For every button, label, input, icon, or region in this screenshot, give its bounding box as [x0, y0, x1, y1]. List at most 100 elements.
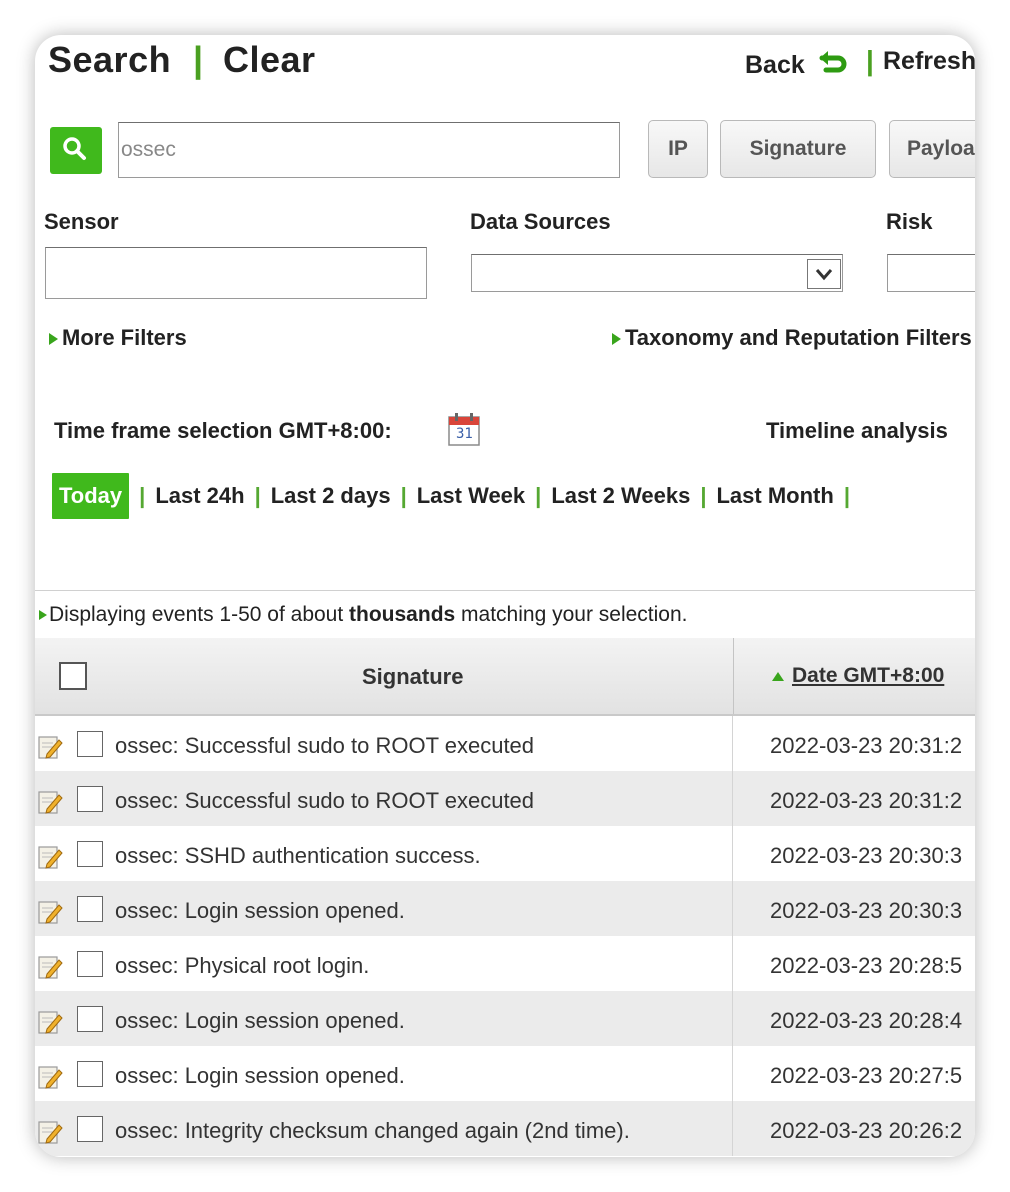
results-prefix: Displaying events 1-50 of about: [49, 603, 350, 626]
dropdown-toggle[interactable]: [807, 259, 841, 289]
row-checkbox[interactable]: [77, 1116, 103, 1142]
row-date: 2022-03-23 20:31:2: [770, 733, 963, 758]
select-all-checkbox[interactable]: [59, 662, 87, 690]
date-column-label: Date GMT+8:00: [792, 664, 945, 687]
timeline-analysis-label[interactable]: Timeline analysis: [766, 418, 948, 444]
row-checkbox[interactable]: [77, 1006, 103, 1032]
row-signature[interactable]: ossec: Successful sudo to ROOT executed: [115, 788, 534, 814]
timeframe-last-2-weeks[interactable]: Last 2 Weeks: [551, 483, 690, 509]
column-divider: [733, 638, 734, 714]
calendar-icon[interactable]: 31: [448, 412, 480, 446]
expand-triangle-icon: [612, 333, 621, 346]
timeframe-today[interactable]: Today: [52, 473, 130, 519]
pipe: |: [700, 483, 707, 508]
ip-button[interactable]: IP: [648, 120, 708, 178]
row-signature[interactable]: ossec: Login session opened.: [115, 1063, 405, 1089]
refresh-link[interactable]: Refresh: [883, 47, 975, 76]
data-sources-select[interactable]: [471, 254, 843, 292]
pipe: |: [254, 483, 261, 508]
search-input[interactable]: ossec: [118, 122, 620, 178]
signature-button[interactable]: Signature: [720, 120, 876, 178]
timeframe-last-24h[interactable]: Last 24h: [155, 483, 244, 509]
table-row[interactable]: ossec: Login session opened. 2022-03-23 2…: [35, 991, 975, 1046]
table-row[interactable]: ossec: Login session opened. 2022-03-23 2…: [35, 1046, 975, 1101]
signature-column-header[interactable]: Signature: [362, 664, 463, 690]
row-date: 2022-03-23 20:26:2: [770, 1118, 963, 1143]
column-divider: [732, 771, 733, 826]
pipe: |: [400, 483, 407, 508]
taxonomy-filters-toggle[interactable]: Taxonomy and Reputation Filters: [612, 325, 972, 351]
row-date: 2022-03-23 20:31:2: [770, 788, 963, 813]
sensor-label: Sensor: [44, 209, 119, 234]
column-divider: [732, 716, 733, 771]
magnifier-icon: [63, 137, 86, 160]
table-row[interactable]: ossec: Physical root login. 2022-03-23 20…: [35, 936, 975, 991]
timeframe-last-week[interactable]: Last Week: [417, 483, 525, 509]
back-label: Back: [745, 51, 805, 79]
edit-note-icon[interactable]: [37, 1119, 63, 1145]
column-divider: [732, 1101, 733, 1156]
siem-events-panel: Search | Clear Back | Refresh ossec IP S…: [35, 35, 975, 1157]
pipe: |: [139, 483, 146, 508]
row-signature[interactable]: ossec: Integrity checksum changed again …: [115, 1118, 630, 1144]
row-signature[interactable]: ossec: Physical root login.: [115, 953, 369, 979]
row-checkbox[interactable]: [77, 896, 103, 922]
calendar-day: 31: [456, 426, 473, 442]
row-signature[interactable]: ossec: SSHD authentication success.: [115, 843, 481, 869]
results-suffix: matching your selection.: [455, 603, 688, 626]
pipe: |: [535, 483, 542, 508]
timeframe-options: Today | Last 24h | Last 2 days | Last We…: [52, 472, 860, 520]
search-button[interactable]: [50, 127, 102, 174]
clear-link[interactable]: Clear: [223, 39, 316, 81]
row-checkbox[interactable]: [77, 841, 103, 867]
row-date: 2022-03-23 20:28:4: [770, 1008, 963, 1033]
column-divider: [732, 881, 733, 936]
column-divider: [732, 1046, 733, 1101]
more-filters-label: More Filters: [62, 325, 187, 350]
payload-button[interactable]: Payload: [889, 120, 975, 178]
search-input-value: ossec: [121, 138, 176, 161]
column-divider: [732, 826, 733, 881]
edit-note-icon[interactable]: [37, 1009, 63, 1035]
row-date: 2022-03-23 20:30:3: [770, 843, 963, 868]
timeframe-label: Time frame selection GMT+8:00:: [54, 418, 392, 443]
sensor-input[interactable]: [45, 247, 427, 299]
table-row[interactable]: ossec: Integrity checksum changed again …: [35, 1101, 975, 1156]
edit-note-icon[interactable]: [37, 734, 63, 760]
table-row[interactable]: ossec: Login session opened. 2022-03-23 2…: [35, 881, 975, 936]
row-checkbox[interactable]: [77, 951, 103, 977]
table-row[interactable]: ossec: SSHD authentication success. 2022-…: [35, 826, 975, 881]
row-checkbox[interactable]: [77, 786, 103, 812]
timeframe-last-month[interactable]: Last Month: [716, 483, 833, 509]
row-signature[interactable]: ossec: Successful sudo to ROOT executed: [115, 733, 534, 759]
results-summary-bar: Displaying events 1-50 of about thousand…: [35, 590, 975, 639]
column-divider: [732, 936, 733, 991]
data-sources-label: Data Sources: [470, 209, 611, 234]
edit-note-icon[interactable]: [37, 789, 63, 815]
row-checkbox[interactable]: [77, 731, 103, 757]
table-row[interactable]: ossec: Successful sudo to ROOT executed 2…: [35, 716, 975, 771]
back-link[interactable]: Back: [745, 47, 848, 80]
taxonomy-filters-label: Taxonomy and Reputation Filters: [625, 325, 972, 350]
table-row[interactable]: ossec: Successful sudo to ROOT executed 2…: [35, 771, 975, 826]
date-column-header[interactable]: Date GMT+8:00: [772, 664, 944, 688]
row-date: 2022-03-23 20:28:5: [770, 953, 963, 978]
risk-input[interactable]: [887, 254, 975, 292]
row-checkbox[interactable]: [77, 1061, 103, 1087]
header-separator-2: |: [866, 45, 874, 76]
more-filters-toggle[interactable]: More Filters: [49, 325, 187, 351]
row-signature[interactable]: ossec: Login session opened.: [115, 1008, 405, 1034]
header-separator: |: [193, 39, 204, 80]
sort-ascending-icon: [772, 671, 784, 681]
search-link[interactable]: Search: [48, 39, 171, 81]
expand-triangle-icon: [49, 333, 58, 346]
edit-note-icon[interactable]: [37, 899, 63, 925]
bullet-triangle-icon: [39, 610, 47, 621]
timeframe-last-2-days[interactable]: Last 2 days: [271, 483, 391, 509]
pipe: |: [843, 483, 850, 508]
chevron-down-icon: [815, 269, 833, 281]
edit-note-icon[interactable]: [37, 954, 63, 980]
row-signature[interactable]: ossec: Login session opened.: [115, 898, 405, 924]
edit-note-icon[interactable]: [37, 1064, 63, 1090]
edit-note-icon[interactable]: [37, 844, 63, 870]
